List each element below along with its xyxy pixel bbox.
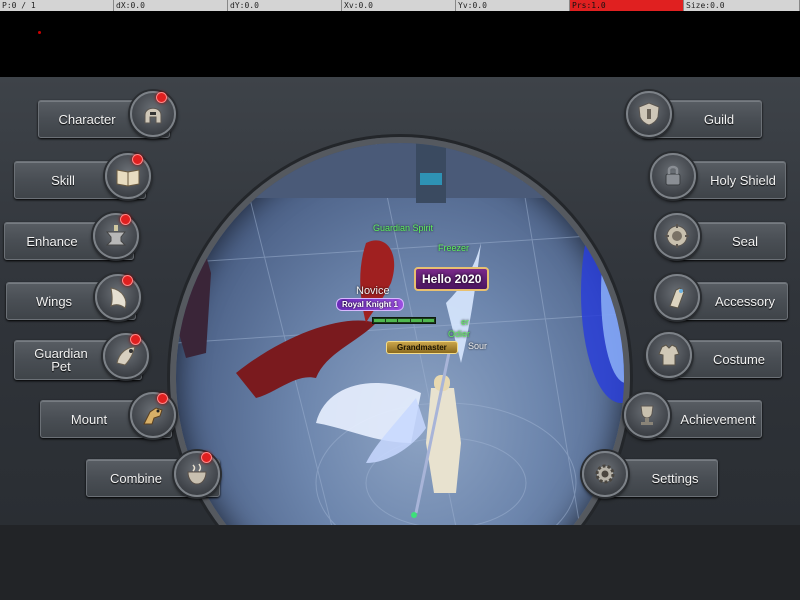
mount-icon[interactable] (130, 392, 176, 438)
debug-pointer: P:0 / 1 (0, 0, 114, 11)
grandmaster-title: Grandmaster (386, 341, 458, 354)
holy-shield-label: Holy Shield (710, 172, 776, 188)
debug-overlay: P:0 / 1 dX:0.0 dY:0.0 Xv:0.0 Yv:0.0 Prs:… (0, 0, 800, 11)
settings-label: Settings (651, 470, 699, 486)
enhance-label: Enhance (26, 233, 78, 249)
health-bar (372, 317, 436, 324)
ring-icon[interactable] (654, 274, 700, 320)
book-icon[interactable] (105, 153, 151, 199)
trophy-icon[interactable] (624, 392, 670, 438)
debug-yv: Yv:0.0 (456, 0, 570, 11)
enhance-notification-dot (120, 214, 131, 225)
character-notification-dot (156, 92, 167, 103)
pet-icon[interactable] (103, 333, 149, 379)
debug-dy: dY:0.0 (228, 0, 342, 11)
accessory-label: Accessory (715, 293, 775, 309)
guardian-pet-notification-dot (130, 334, 141, 345)
menu-panel: Guardian Spirit Freezer Novice Royal Kni… (0, 77, 800, 600)
side-tag-1: er (461, 317, 470, 327)
armor-icon[interactable] (646, 332, 692, 378)
costume-label: Costume (712, 351, 766, 367)
seal-icon[interactable] (654, 213, 700, 259)
royal-knight-badge: Royal Knight 1 (336, 298, 405, 311)
cauldron-icon[interactable] (174, 451, 220, 497)
anvil-icon[interactable] (93, 213, 139, 259)
guild-shield-icon[interactable] (626, 91, 672, 137)
mount-notification-dot (157, 393, 168, 404)
status-dot (38, 31, 41, 34)
wings-label: Wings (35, 293, 73, 309)
guardian-spirit-name: Guardian Spirit (373, 223, 434, 233)
debug-dx: dX:0.0 (114, 0, 228, 11)
side-tag-3: Sour (468, 341, 488, 351)
helmet-icon[interactable] (130, 91, 176, 137)
freezer-name: Freezer (438, 243, 470, 253)
debug-prs: Prs:1.0 (570, 0, 684, 11)
mount-label: Mount (70, 411, 108, 427)
combine-notification-dot (201, 452, 212, 463)
guardian-pet-label: Guardian Pet (34, 347, 87, 373)
hello-2020-badge: Hello 2020 (414, 267, 490, 291)
guild-label: Guild (703, 111, 735, 127)
novice-title: Novice (356, 285, 390, 297)
top-letterbox (0, 11, 800, 77)
character-label: Character (58, 111, 116, 127)
wing-icon[interactable] (95, 274, 141, 320)
wings-notification-dot (122, 275, 133, 286)
skill-label: Skill (51, 172, 75, 188)
skill-notification-dot (132, 154, 143, 165)
debug-size: Size:0.0 (684, 0, 800, 11)
guardian-pet-label-line2: Pet (51, 359, 71, 374)
gear-icon[interactable] (582, 451, 628, 497)
combine-label: Combine (109, 470, 163, 486)
achievement-label: Achievement (680, 411, 756, 427)
bottom-area (0, 525, 800, 600)
side-tag-2: Odier (448, 329, 471, 339)
lock-icon[interactable] (650, 153, 696, 199)
debug-xv: Xv:0.0 (342, 0, 456, 11)
seal-label: Seal (731, 233, 759, 249)
